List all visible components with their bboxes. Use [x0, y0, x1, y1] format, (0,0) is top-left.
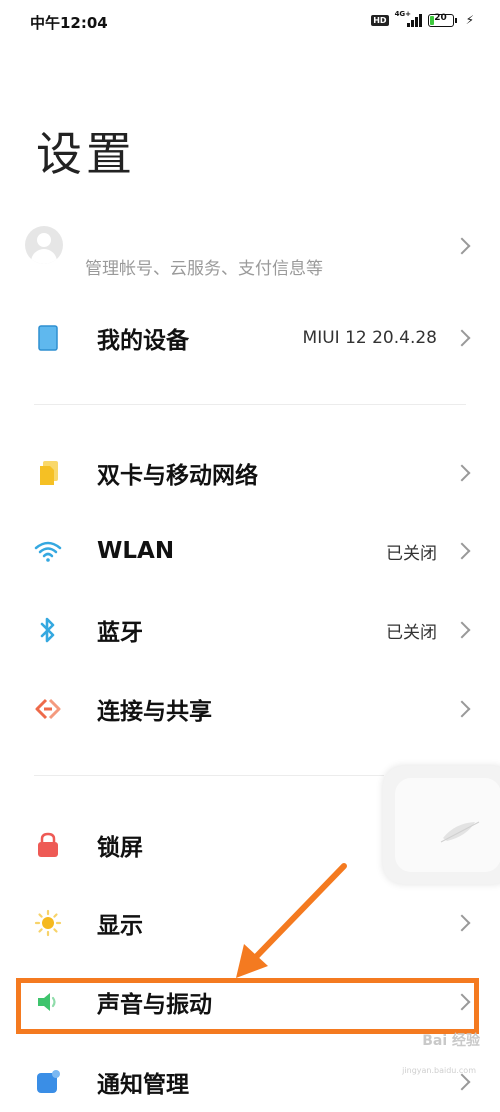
- settings-item-my-device[interactable]: 我的设备 MIUI 12 20.4.28: [0, 308, 500, 368]
- settings-item-wlan[interactable]: WLAN 已关闭: [0, 521, 500, 581]
- network-type: 4G+: [394, 10, 412, 18]
- hd-badge: HD: [371, 14, 389, 26]
- settings-item-lock-screen[interactable]: 锁屏: [0, 815, 500, 875]
- chevron-right-icon: [453, 1073, 471, 1091]
- watermark-url: jingyan.baidu.com: [402, 1066, 476, 1075]
- signal-icon: 4G+: [394, 10, 422, 27]
- sim-card-icon: [34, 459, 62, 487]
- chevron-right-icon: [453, 464, 471, 482]
- watermark-logo: Bai 经验: [422, 1033, 480, 1049]
- charging-icon: ⚡: [465, 13, 474, 27]
- avatar: [25, 226, 63, 264]
- status-bar: 中午12:04 HD 4G+ 20 ⚡: [0, 0, 500, 44]
- settings-item-label: 锁屏: [97, 835, 143, 861]
- settings-item-label: 双卡与移动网络: [97, 463, 258, 489]
- settings-item-value: MIUI 12 20.4.28: [302, 328, 437, 348]
- chevron-right-icon: [453, 700, 471, 718]
- status-indicators: HD 4G+ 20 ⚡: [371, 10, 474, 27]
- settings-item-label: 通知管理: [97, 1072, 189, 1098]
- settings-item-label: 我的设备: [97, 328, 189, 354]
- divider: [34, 404, 466, 405]
- wifi-icon: [34, 537, 62, 565]
- settings-item-value: 已关闭: [386, 622, 437, 643]
- bluetooth-icon: [34, 616, 62, 644]
- settings-item-label: 蓝牙: [97, 620, 143, 646]
- settings-item-label: WLAN: [97, 538, 175, 564]
- account-row[interactable]: 管理帐号、云服务、支付信息等: [0, 222, 500, 282]
- battery-icon: 20: [427, 12, 457, 27]
- settings-item-label: 连接与共享: [97, 699, 212, 725]
- battery-level: 20: [434, 12, 447, 23]
- notification-icon: [34, 1068, 62, 1096]
- annotation-highlight-box: [16, 978, 479, 1034]
- settings-item-bluetooth[interactable]: 蓝牙 已关闭: [0, 600, 500, 660]
- status-time: 中午12:04: [30, 14, 108, 32]
- chevron-right-icon: [453, 914, 471, 932]
- lock-icon: [34, 831, 62, 859]
- chevron-right-icon: [453, 621, 471, 639]
- settings-item-display[interactable]: 显示: [0, 893, 500, 953]
- share-icon: [34, 695, 62, 723]
- settings-item-connection-sharing[interactable]: 连接与共享: [0, 679, 500, 739]
- chevron-right-icon: [453, 542, 471, 560]
- page-title: 设置: [36, 127, 136, 181]
- settings-item-value: 已关闭: [386, 543, 437, 564]
- chevron-right-icon: [453, 329, 471, 347]
- settings-item-sim[interactable]: 双卡与移动网络: [0, 443, 500, 503]
- account-subtitle: 管理帐号、云服务、支付信息等: [85, 259, 323, 279]
- chevron-right-icon: [453, 237, 471, 255]
- settings-item-notifications[interactable]: 通知管理: [0, 1052, 500, 1112]
- settings-item-label: 显示: [97, 913, 143, 939]
- tablet-icon: [34, 324, 62, 352]
- divider: [34, 775, 384, 776]
- sun-icon: [34, 909, 62, 937]
